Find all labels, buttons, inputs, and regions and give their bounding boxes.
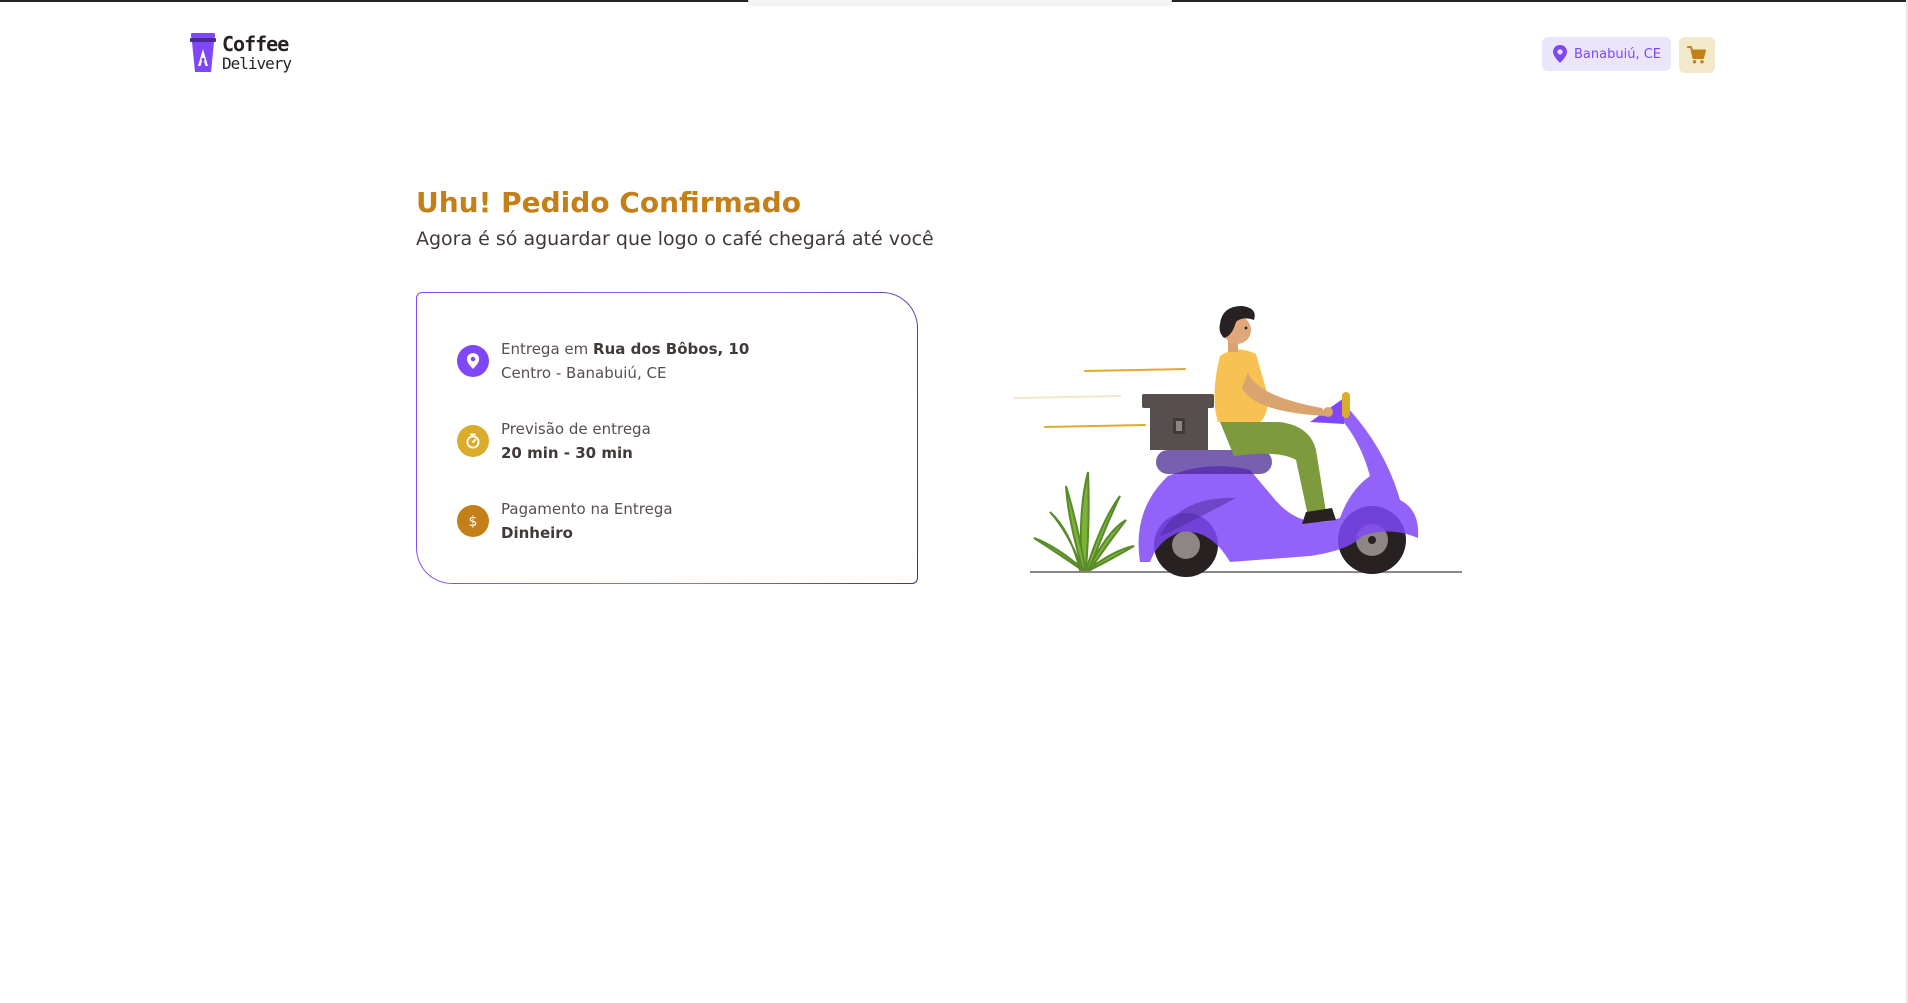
payment-label: Pagamento na Entrega <box>501 500 673 518</box>
location-label: Banabuiú, CE <box>1574 46 1661 62</box>
logo[interactable]: Coffee Delivery <box>190 32 292 73</box>
delivery-value: 20 min - 30 min <box>501 444 633 462</box>
map-pin-icon <box>1553 45 1567 63</box>
header: Coffee Delivery Banabuiú, CE <box>190 33 1716 75</box>
map-pin-icon <box>466 353 480 369</box>
payment-badge: $ <box>457 505 489 537</box>
coffee-cup-logo-icon <box>190 33 216 72</box>
logo-text: Coffee Delivery <box>222 32 292 73</box>
address-district: Centro - Banabuiú, CE <box>501 364 667 382</box>
timer-icon <box>466 433 480 449</box>
location-button[interactable]: Banabuiú, CE <box>1542 37 1671 71</box>
order-delivery-row: Previsão de entrega 20 min - 30 min <box>457 417 651 465</box>
order-address-row: Entrega em Rua dos Bôbos, 10 Centro - Ba… <box>457 337 749 385</box>
address-text: Entrega em Rua dos Bôbos, 10 Centro - Ba… <box>501 337 749 385</box>
delivery-badge <box>457 425 489 457</box>
payment-text: Pagamento na Entrega Dinheiro <box>501 497 673 545</box>
address-badge <box>457 345 489 377</box>
svg-text:$: $ <box>469 514 478 529</box>
delivery-scooter-illustration <box>1013 306 1462 577</box>
address-prefix: Entrega em <box>501 340 594 358</box>
cart-button[interactable] <box>1679 37 1715 73</box>
page-subtitle: Agora é só aguardar que logo o café cheg… <box>416 228 934 250</box>
logo-line1: Coffee <box>222 32 289 56</box>
currency-dollar-icon: $ <box>469 514 478 529</box>
order-payment-row: $ Pagamento na Entrega Dinheiro <box>457 497 673 545</box>
delivery-label: Previsão de entrega <box>501 420 651 438</box>
address-street: Rua dos Bôbos, 10 <box>593 340 750 358</box>
delivery-text: Previsão de entrega 20 min - 30 min <box>501 417 651 465</box>
payment-value: Dinheiro <box>501 524 573 542</box>
logo-line2: Delivery <box>222 54 292 73</box>
browser-overlay-tab <box>748 0 1172 5</box>
page-title: Uhu! Pedido Confirmado <box>416 186 801 219</box>
shopping-cart-icon <box>1687 46 1706 64</box>
order-info-card: Entrega em Rua dos Bôbos, 10 Centro - Ba… <box>416 292 918 584</box>
